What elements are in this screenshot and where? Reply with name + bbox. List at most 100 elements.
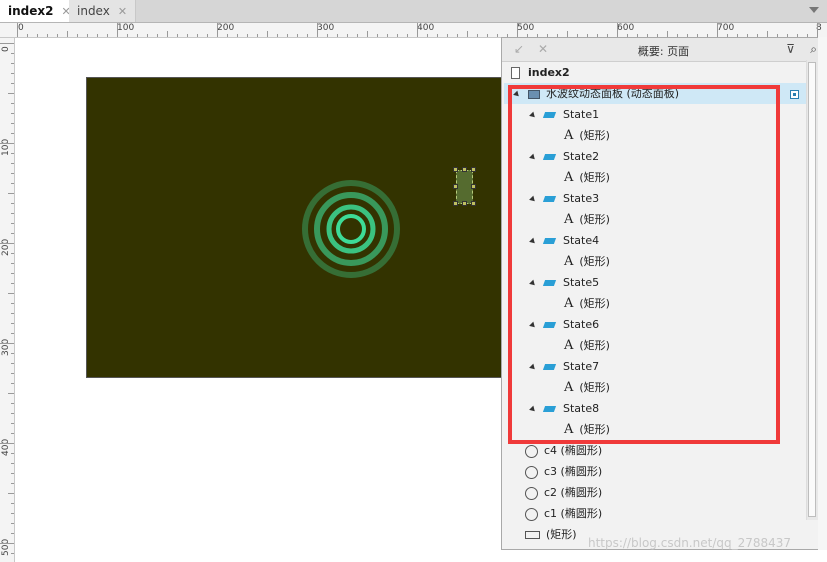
tree-ellipse[interactable]: c2 (椭圆形) (525, 482, 602, 503)
ruler-tick (0, 443, 14, 444)
text-shape-icon: A (564, 380, 574, 395)
ruler-label: 700 (717, 23, 735, 33)
ruler-tick (137, 34, 138, 37)
resize-handle[interactable] (453, 184, 458, 189)
ruler-tick (457, 34, 458, 37)
resize-handle[interactable] (462, 201, 467, 206)
ripple-circles[interactable] (300, 178, 402, 280)
ruler-tick (11, 363, 14, 364)
tree-state[interactable]: State8 (529, 398, 599, 419)
ruler-tick (367, 31, 368, 37)
tree-ellipse[interactable]: c4 (椭圆形) (525, 440, 602, 461)
chevron-down-icon[interactable] (809, 7, 819, 13)
ruler-tick (487, 34, 488, 37)
ruler-tick (437, 34, 438, 37)
tree-state[interactable]: State3 (529, 188, 599, 209)
expand-icon[interactable] (529, 321, 537, 329)
tree-rect[interactable]: A (矩形) (564, 125, 610, 146)
expand-icon[interactable] (529, 279, 537, 287)
expand-icon[interactable] (529, 153, 537, 161)
ruler-tick (8, 393, 14, 394)
tree-label: State5 (563, 276, 600, 289)
tree-rect[interactable]: (矩形) (525, 524, 577, 545)
tree-rect[interactable]: A (矩形) (564, 377, 610, 398)
tree-rect[interactable]: A (矩形) (564, 419, 610, 440)
filter-icon[interactable]: ⊽ (786, 42, 795, 56)
tree-rect[interactable]: A (矩形) (564, 335, 610, 356)
tab-index2[interactable]: index2 ✕ (0, 0, 80, 22)
ruler-tick (447, 34, 448, 37)
pin-icon[interactable] (790, 90, 799, 99)
ruler-tick (11, 183, 14, 184)
state-icon (542, 196, 557, 202)
ruler-tick (37, 34, 38, 37)
tree-state[interactable]: State4 (529, 230, 599, 251)
ruler-tick (11, 233, 14, 234)
outline-title: 概要: 页面 (637, 45, 690, 58)
tree-label: State7 (563, 360, 600, 373)
expand-icon[interactable] (529, 237, 537, 245)
tree-state[interactable]: State6 (529, 314, 599, 335)
ruler-tick (117, 23, 118, 37)
ruler-tick (257, 34, 258, 37)
tree-rect[interactable]: A (矩形) (564, 251, 610, 272)
ruler-tick (387, 34, 388, 37)
tree-state[interactable]: State5 (529, 272, 600, 293)
expand-icon[interactable] (529, 405, 537, 413)
ruler-tick (11, 163, 14, 164)
ruler-tick (277, 34, 278, 37)
tree-label: (矩形) (579, 129, 610, 142)
ruler-tick (11, 113, 14, 114)
ruler-tick (11, 463, 14, 464)
resize-handle[interactable] (471, 167, 476, 172)
ruler-tick (77, 34, 78, 37)
ruler-tick (11, 203, 14, 204)
ruler-tick (327, 34, 328, 37)
expand-icon[interactable] (529, 195, 537, 203)
ruler-tick (467, 31, 468, 37)
ruler-tick (11, 433, 14, 434)
ruler-horizontal: 0 100 200 300 400 500 600 700 8 (0, 23, 827, 38)
ruler-tick (11, 313, 14, 314)
ellipse-icon (525, 465, 538, 479)
ruler-tick (237, 34, 238, 37)
resize-handle[interactable] (453, 167, 458, 172)
tab-index[interactable]: index ✕ (69, 0, 137, 22)
expand-icon[interactable] (529, 363, 537, 371)
tree-label: (矩形) (579, 423, 610, 436)
rectangle-icon (525, 531, 540, 539)
ellipse-c4[interactable] (336, 214, 366, 244)
tree-state[interactable]: State2 (529, 146, 599, 167)
tree-rect[interactable]: A (矩形) (564, 209, 610, 230)
tree-rect[interactable]: A (矩形) (564, 167, 610, 188)
resize-handle[interactable] (462, 167, 467, 172)
ellipse-c3[interactable] (326, 204, 376, 254)
resize-handle[interactable] (453, 201, 458, 206)
tree-ellipse[interactable]: c1 (椭圆形) (525, 503, 602, 524)
tree-state[interactable]: State7 (529, 356, 600, 377)
close-icon[interactable]: ✕ (118, 5, 127, 18)
search-icon[interactable]: ⌕ (810, 42, 817, 57)
tree-label: (矩形) (579, 171, 610, 184)
tree-dynamic-panel[interactable]: 水波纹动态面板 (动态面板) (504, 83, 808, 104)
outline-scrollbar[interactable] (806, 60, 818, 520)
ruler-tick (11, 103, 14, 104)
tree-rect[interactable]: A (矩形) (564, 293, 610, 314)
ruler-tick (11, 303, 14, 304)
tree-ellipse[interactable]: c3 (椭圆形) (525, 461, 602, 482)
text-shape-icon: A (564, 338, 574, 353)
expand-icon[interactable] (513, 90, 521, 98)
ruler-tick (27, 34, 28, 37)
outline-header: ↙ ✕ 概要: 页面 ⊽ ⌕ (502, 38, 825, 62)
tree-state[interactable]: State1 (529, 104, 599, 125)
scroll-thumb[interactable] (808, 62, 816, 517)
tab-bar: index2 ✕ index ✕ (0, 0, 827, 23)
outline-panel: ↙ ✕ 概要: 页面 ⊽ ⌕ index2 水波纹动态面板 (动态面板) Sta… (501, 37, 826, 550)
resize-handle[interactable] (471, 201, 476, 206)
ruler-tick (107, 34, 108, 37)
ruler-tick (427, 34, 428, 37)
tree-page[interactable]: index2 (511, 62, 570, 83)
expand-icon[interactable] (529, 111, 537, 119)
ruler-tick (8, 93, 14, 94)
resize-handle[interactable] (471, 184, 476, 189)
